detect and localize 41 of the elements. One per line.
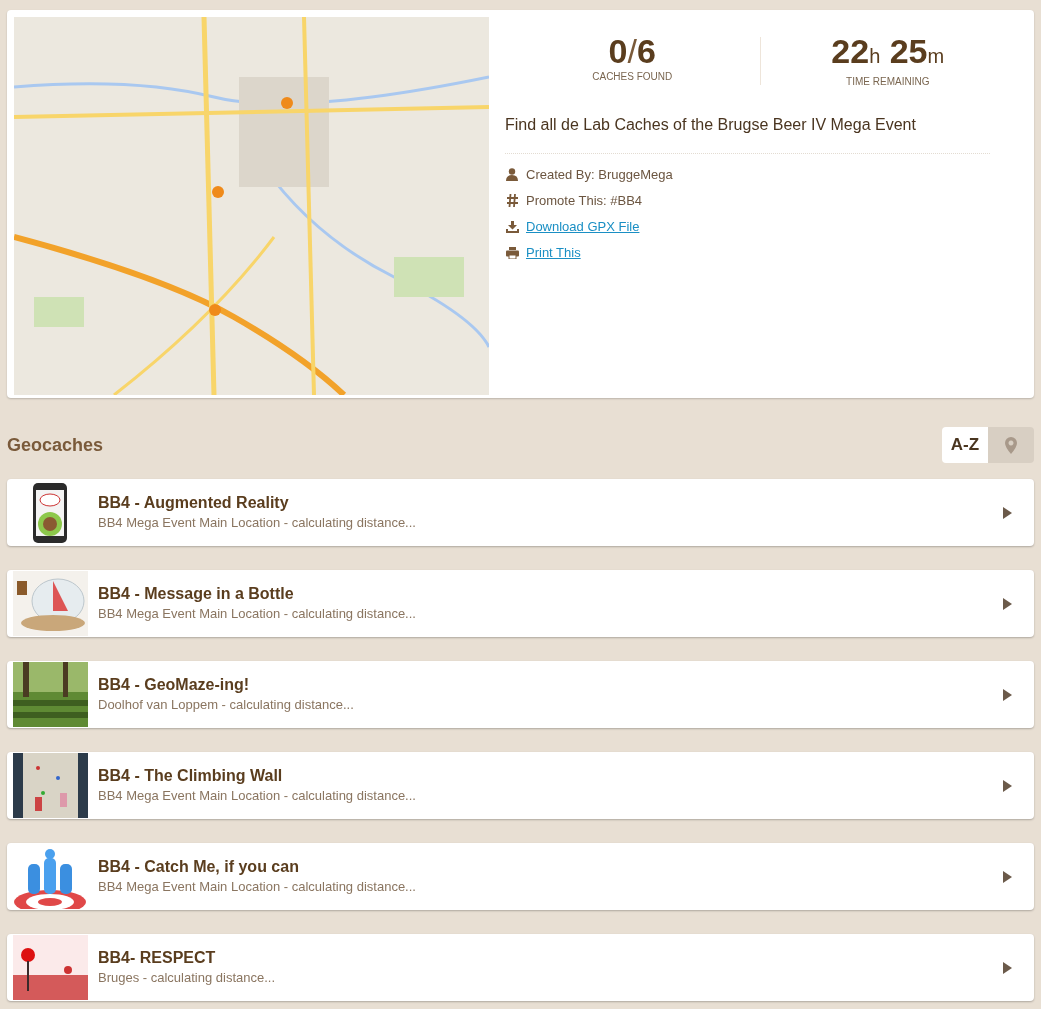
time-remaining-value: 22h 25m: [831, 33, 945, 72]
chevron-right-icon: [1003, 779, 1012, 792]
map-sort-button[interactable]: [988, 427, 1034, 463]
map-pin-icon: [1005, 436, 1017, 454]
geocache-title: BB4 - Message in a Bottle: [98, 583, 295, 604]
geocache-location: BB4 Mega Event Main Location - calculating distance...: [98, 786, 417, 805]
download-icon: [505, 220, 519, 233]
hash-icon: [506, 194, 518, 207]
person-icon: [506, 168, 518, 181]
chevron-right-icon: [1003, 688, 1012, 701]
geocache-location: BB4 Mega Event Main Location - calculating distance...: [98, 877, 417, 896]
chevron-right-icon: [1003, 870, 1012, 883]
caches-found-count: 0/6: [608, 33, 656, 69]
geocache-title: BB4 - GeoMaze-ing!: [98, 674, 251, 695]
geocache-row[interactable]: BB4- RESPECT Bruges - calculating distance...: [7, 934, 1034, 1001]
geocache-row[interactable]: BB4 - Augmented Reality BB4 Mega Event Main Location - calculating distance...: [7, 479, 1034, 546]
geocache-title: BB4 - The Climbing Wall: [98, 765, 284, 786]
caches-found-label: CACHES FOUND: [592, 70, 673, 84]
detail-link[interactable]: Download GPX File: [526, 216, 640, 237]
geocache-title: BB4- RESPECT: [98, 947, 217, 968]
geocache-location: Bruges - calculating distance...: [98, 968, 277, 987]
geocache-location: BB4 Mega Event Main Location - calculating distance...: [98, 513, 417, 532]
geocache-row[interactable]: BB4 - GeoMaze-ing! Doolhof van Loppem - calculating distance...: [7, 661, 1034, 728]
time-remaining-label: TIME REMAINING: [846, 75, 930, 89]
chevron-right-icon: [1003, 961, 1012, 974]
geocache-row[interactable]: BB4 - Catch Me, if you can BB4 Mega Event Main Location - calculating distance...: [7, 843, 1034, 910]
geocache-row[interactable]: BB4 - Message in a Bottle BB4 Mega Event Main Location - calculating distance...: [7, 570, 1034, 637]
geocache-location: Doolhof van Loppem - calculating distance...: [98, 695, 355, 714]
chevron-right-icon: [1003, 597, 1012, 610]
detail-link[interactable]: Print This: [526, 242, 581, 263]
geocache-title: BB4 - Augmented Reality: [98, 492, 290, 513]
geocache-location: BB4 Mega Event Main Location - calculating distance...: [98, 604, 417, 623]
event-description: Find all de Lab Caches of the Brugse Beer IV Mega Event: [505, 115, 917, 135]
section-title: Geocaches: [7, 433, 104, 457]
detail-text: Promote This: #BB4: [526, 191, 643, 210]
printer-icon: [505, 246, 519, 259]
geocache-title: BB4 - Catch Me, if you can: [98, 856, 300, 877]
chevron-right-icon: [1003, 506, 1012, 519]
geocache-row[interactable]: BB4 - The Climbing Wall BB4 Mega Event Main Location - calculating distance...: [7, 752, 1034, 819]
detail-text: Created By: BruggeMega: [526, 165, 673, 184]
alphabetical-sort-button[interactable]: A-Z: [942, 427, 988, 463]
